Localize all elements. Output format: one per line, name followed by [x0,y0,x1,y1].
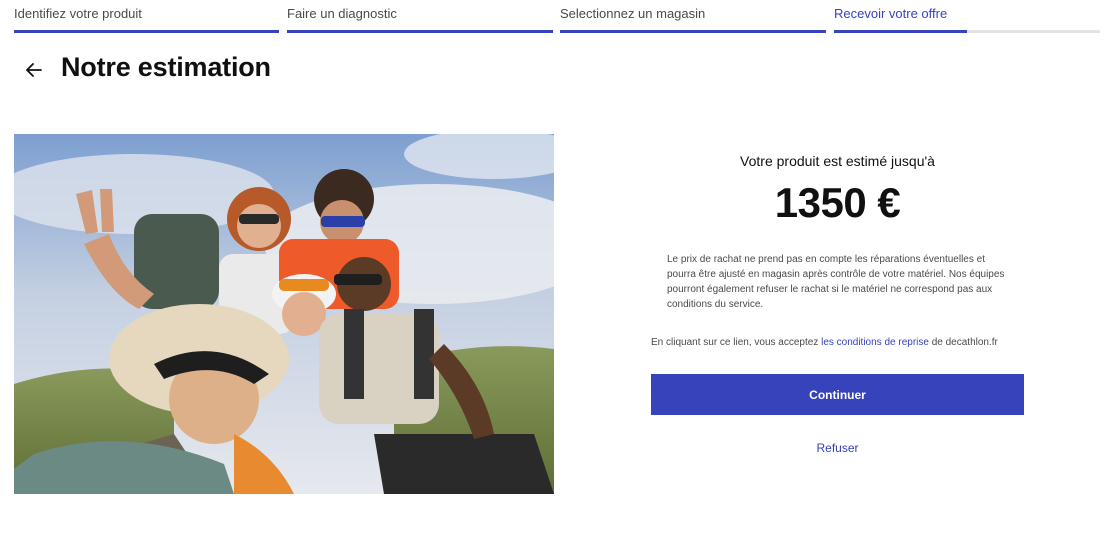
continue-button[interactable]: Continuer [651,374,1024,415]
terms-link[interactable]: les conditions de reprise [821,337,929,348]
consent-prefix: En cliquant sur ce lien, vous acceptez [651,337,822,348]
refuse-button[interactable]: Refuser [651,441,1024,455]
back-button[interactable] [22,58,46,82]
step-progress-track [287,30,553,33]
step-progress-track [834,30,1100,33]
estimate-price: 1350 € [774,179,901,226]
step-progress-fill [287,30,553,33]
step-progress-fill [834,30,967,33]
step-identify-product: Identifiez votre produit [14,0,279,36]
step-progress-fill [560,30,826,33]
progress-stepper: Identifiez votre produit Faire un diagno… [14,0,1100,36]
consent-suffix: de decathlon.fr [928,337,998,348]
arrow-left-icon [26,63,42,77]
terms-consent-text: En cliquant sur ce lien, vous acceptez l… [651,337,1024,348]
step-progress-track [560,30,826,33]
step-label: Identifiez votre produit [14,6,142,21]
step-label: Selectionnez un magasin [560,6,706,21]
estimate-label: Votre produit est estimé jusqu'à [740,153,935,169]
step-progress-track [14,30,279,33]
hikers-group-photo [14,134,554,494]
step-select-store: Selectionnez un magasin [560,0,826,36]
step-progress-fill [14,30,279,33]
step-receive-offer: Recevoir votre offre [834,0,1100,36]
step-label: Recevoir votre offre [834,6,948,21]
step-diagnostic: Faire un diagnostic [287,0,553,36]
price-disclaimer: Le prix de rachat ne prend pas en compte… [667,254,1005,310]
step-label: Faire un diagnostic [287,6,397,21]
page-title: Notre estimation [61,52,271,82]
